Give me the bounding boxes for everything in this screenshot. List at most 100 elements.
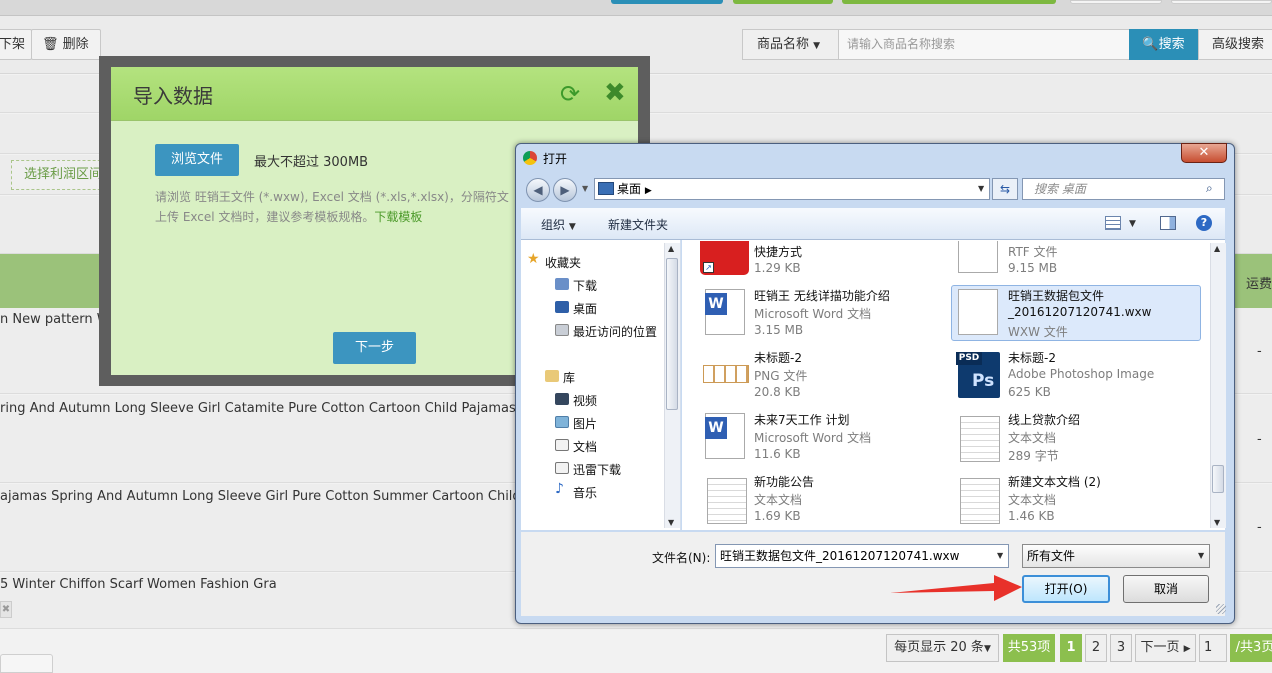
file-name[interactable]: 未标题-2 [1008,349,1056,366]
nav-pictures[interactable]: 图片 [555,415,597,432]
refresh-icon[interactable]: ⇆ [992,178,1018,200]
filename-dropdown-icon[interactable]: ▼ [997,551,1003,560]
trash-icon: 🗑 [42,37,59,52]
row-title-3[interactable]: ajamas Spring And Autumn Long Sleeve Gir… [0,489,552,504]
refresh-icon[interactable]: ⟳ [560,81,580,107]
cancel-button[interactable]: 取消 [1123,575,1209,603]
address-dropdown-icon[interactable]: ▼ [978,184,984,193]
address-bar[interactable]: 桌面 ▶ [594,178,990,200]
product-search-input[interactable]: 请输入商品名称搜索 [838,29,1130,60]
top-button-gray-2[interactable] [1171,0,1272,4]
nav-scrollbar-thumb[interactable] [666,258,678,410]
nav-library[interactable]: 库 [545,369,575,386]
star-icon: ★ [527,251,540,267]
nav-favorites[interactable]: ★ 收藏夹 [527,251,581,271]
filename-input[interactable]: 旺销王数据包文件_20161207120741.wxw [715,544,1009,568]
filename-label: 文件名(N): [652,551,711,565]
nav-desktop-label: 桌面 [573,302,598,316]
search-icon[interactable]: ⌕ [1206,181,1213,196]
caret-right-icon: ▶ [1183,644,1191,654]
file-type: WXW 文件 [1008,325,1068,339]
per-page-select[interactable]: 每页显示 20 条▼ [886,634,999,662]
file-name[interactable]: 旺销王 无线详描功能介绍 [754,287,890,304]
header-shipping: 运费 [1246,277,1272,292]
next-page-button[interactable]: 下一页 ▶ [1135,634,1196,662]
delete-button[interactable]: 🗑 删除 [31,29,101,60]
file-name[interactable]: 未标题-2 [754,349,802,366]
history-dropdown-icon[interactable]: ▼ [582,184,588,193]
filetype-dropdown-icon[interactable]: ▼ [1198,551,1204,560]
row-title-2[interactable]: ring And Autumn Long Sleeve Girl Catamit… [0,401,540,416]
download-template-link[interactable]: 下载模板 [374,210,422,224]
breadcrumb-arrow-icon[interactable]: ▶ [645,186,652,196]
chrome-icon [523,151,537,165]
page-2[interactable]: 2 [1085,634,1107,662]
nav-documents[interactable]: 文档 [555,438,597,455]
forward-button[interactable]: ▶ [553,178,577,202]
file-name[interactable]: 旺销王数据包文件 [1008,287,1104,304]
file-name-line2[interactable]: _20161207120741.wxw [1008,305,1151,319]
scroll-up-icon[interactable]: ▲ [668,244,674,253]
close-icon[interactable]: ✖ [604,79,626,107]
help-icon[interactable]: ? [1196,215,1212,231]
nav-music[interactable]: ♪ 音乐 [555,481,597,501]
nav-desktop[interactable]: 桌面 [555,300,598,317]
picture-icon [555,416,569,428]
file-name[interactable]: 线上贷款介绍 [1008,411,1080,428]
nav-recent[interactable]: 最近访问的位置 [555,323,657,340]
row-title-4[interactable]: 5 Winter Chiffon Scarf Women Fashion Gra [0,577,277,592]
view-options-icon[interactable] [1105,216,1121,230]
max-size-text: 最大不超过 300MB [254,155,369,170]
address-desktop[interactable]: 桌面 [617,182,641,196]
word-badge-icon: W [705,293,727,315]
page-1[interactable]: 1 [1060,634,1082,662]
word-doc-icon [958,241,998,273]
scroll-down-icon[interactable]: ▼ [1214,518,1220,527]
page-jump-input[interactable]: 1 [1199,634,1227,662]
nav-thunder-label: 迅雷下载 [573,463,622,477]
back-button[interactable]: ◀ [526,178,550,202]
search-field-select[interactable]: 商品名称 ▼ [742,29,839,60]
browse-file-button[interactable]: 浏览文件 [155,144,239,176]
preview-pane-icon[interactable] [1160,216,1176,230]
remove-icon[interactable]: ✖ [0,601,12,618]
organize-menu[interactable]: 组织 ▼ [541,216,576,233]
file-type: PNG 文件 [754,369,808,383]
file-name[interactable]: 快捷方式 [754,243,802,260]
file-name[interactable]: 未来7天工作 计划 [754,411,849,428]
nav-thunder[interactable]: 迅雷下载 [555,461,622,478]
search-desktop-input[interactable]: 搜索 桌面 [1022,178,1225,200]
file-scrollbar-thumb[interactable] [1212,465,1224,493]
top-button-green-2[interactable] [842,0,1056,4]
new-folder-button[interactable]: 新建文件夹 [608,216,668,233]
search-field-label: 商品名称 [757,37,810,52]
page-3[interactable]: 3 [1110,634,1132,662]
nav-videos[interactable]: 视频 [555,392,597,409]
search-button[interactable]: 🔍搜索 [1129,29,1198,60]
filetype-select[interactable]: 所有文件 [1022,544,1210,568]
file-size: 9.15 MB [1008,261,1058,275]
bottom-left-tab[interactable] [0,654,53,673]
top-button-gray-1[interactable] [1070,0,1162,4]
offshelf-button[interactable]: 下架 [0,29,32,60]
scroll-up-icon[interactable]: ▲ [1214,244,1220,253]
file-name[interactable]: 新建文本文档 (2) [1008,473,1101,490]
file-name[interactable]: RTF 文件 [1008,243,1058,260]
top-button-green-1[interactable] [733,0,833,4]
file-type: 文本文档 [1008,493,1057,507]
caret-down-icon[interactable]: ▼ [1129,219,1136,229]
total-pages: /共3页 [1230,634,1272,662]
window-close-button[interactable]: ✕ [1181,143,1227,163]
profit-range-select[interactable]: 选择利润区间 [11,160,111,190]
next-step-button[interactable]: 下一步 [333,332,416,364]
advanced-search-button[interactable]: 高级搜索 [1198,29,1272,60]
row-title-1[interactable]: n New pattern Wi [0,312,113,327]
top-button-blue[interactable] [611,0,723,4]
file-name[interactable]: 新功能公告 [754,473,814,490]
nav-downloads[interactable]: 下载 [555,277,597,294]
scroll-down-icon[interactable]: ▼ [668,518,674,527]
open-button[interactable]: 打开(O) [1022,575,1110,603]
resize-grip-icon[interactable] [1216,604,1226,614]
file-type: 文本文档 [1008,431,1057,445]
document-icon [555,439,569,451]
